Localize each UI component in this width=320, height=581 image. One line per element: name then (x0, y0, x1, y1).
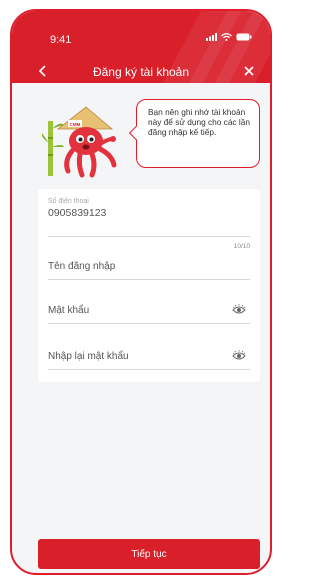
status-bar: 9:41 (12, 11, 270, 46)
eye-icon[interactable] (232, 349, 246, 363)
username-field[interactable]: Tên đăng nhập (48, 261, 250, 283)
divider (48, 279, 250, 280)
page-title: Đăng ký tài khoản (92, 65, 190, 79)
mascot-illustration: CMM (42, 106, 117, 178)
nav-bar: Đăng ký tài khoản (12, 62, 270, 83)
signal-icon (206, 33, 217, 41)
username-input[interactable]: Tên đăng nhập (48, 261, 250, 272)
header: 9:41 Đăng ký tài khoản (12, 11, 270, 83)
phone-field[interactable]: Số điện thoại 0905839123 10/10 (48, 198, 250, 258)
status-icons (206, 33, 252, 41)
mascot-logo: CMM (70, 122, 81, 127)
phone-counter: 10/10 (233, 243, 250, 250)
password-input[interactable]: Mật khẩu (48, 305, 250, 316)
confirm-password-input[interactable]: Nhập lại mật khẩu (48, 351, 250, 362)
phone-label: Số điện thoại (48, 198, 89, 205)
phone-frame: 9:41 Đăng ký tài khoản CMM Bạn nên ghi n… (10, 9, 272, 575)
phone-value[interactable]: 0905839123 (48, 207, 250, 219)
eye-icon[interactable] (232, 303, 246, 317)
divider (48, 236, 250, 237)
close-icon[interactable] (240, 62, 258, 80)
tip-bubble: Bạn nên ghi nhớ tài khoản này để sử dụng… (128, 99, 260, 168)
divider (48, 369, 250, 370)
confirm-password-field[interactable]: Nhập lại mật khẩu (48, 349, 250, 373)
status-time: 9:41 (50, 34, 72, 46)
registration-form: Số điện thoại 0905839123 10/10 Tên đăng … (38, 189, 260, 382)
password-field[interactable]: Mật khẩu (48, 303, 250, 327)
continue-button[interactable]: Tiếp tục (38, 539, 260, 569)
tip-text: Bạn nên ghi nhớ tài khoản này để sử dụng… (148, 107, 250, 137)
battery-icon (236, 33, 252, 41)
divider (48, 323, 250, 324)
wifi-icon (221, 33, 232, 41)
